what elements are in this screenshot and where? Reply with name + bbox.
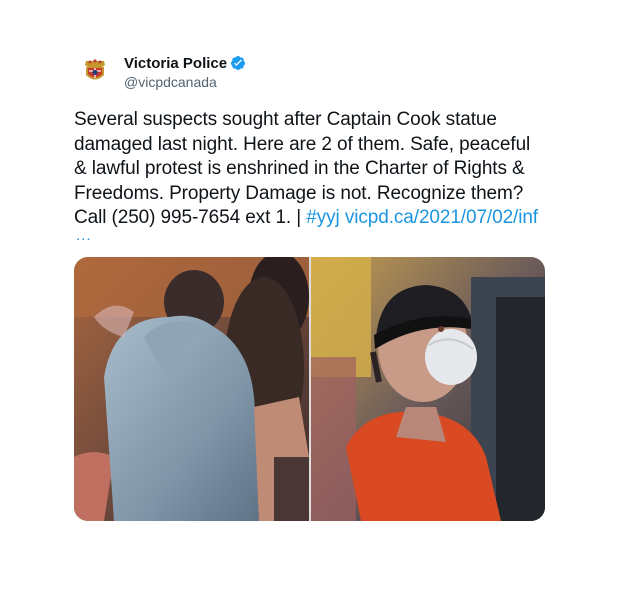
account-names: Victoria Police @vicpdcanada [124,54,246,91]
police-crest-icon [77,54,113,90]
media-grid [74,257,545,521]
photo-suspect-1[interactable] [74,257,309,521]
tweet-text-line: Call (250) 995-7654 ext 1. | #yyj vicpd.… [74,206,564,231]
name-row: Victoria Police [124,54,246,73]
tweet-text-line: Several suspects sought after Captain Co… [74,109,497,130]
verified-badge-icon [230,55,246,71]
tweet-text-line: & lawful protest is enshrined in the Cha… [74,158,525,179]
photo-suspect-2[interactable] [311,257,545,521]
tweet-header: Victoria Police @vicpdcanada [76,50,246,94]
tweet-card: Victoria Police @vicpdcanada Several sus… [0,0,640,598]
avatar[interactable] [76,53,114,91]
display-name[interactable]: Victoria Police [124,54,227,73]
show-more-link[interactable]: ... [76,228,92,244]
hashtag-link[interactable]: #yyj [306,207,339,228]
tweet-text-line: damaged last night. Here are 2 of them. … [74,133,531,155]
url-link[interactable]: vicpd.ca/2021/07/02/inf [345,207,538,228]
tweet-text-segment: Call (250) 995-7654 ext 1. | [74,207,307,228]
tweet-text-line: Freedoms. Property Damage is not. Recogn… [74,182,524,204]
tweet-text: Several suspects sought after Captain Co… [74,108,564,231]
account-handle[interactable]: @vicpdcanada [124,73,246,91]
